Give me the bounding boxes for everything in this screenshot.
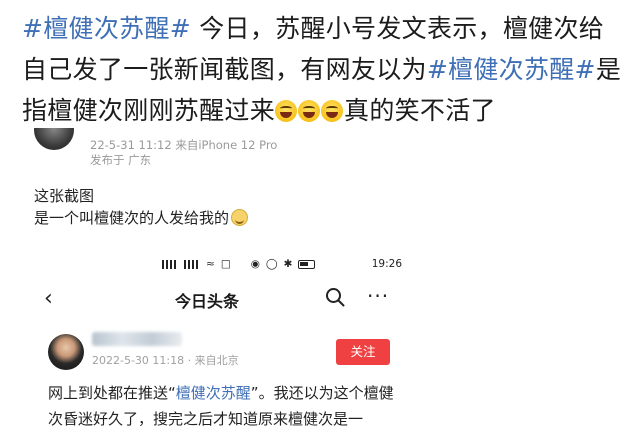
app-navbar: ‹ 今日头条 ··· — [22, 278, 392, 322]
search-icon[interactable] — [325, 287, 345, 307]
eye-icon: ◉ — [250, 258, 260, 270]
headline-part-3: 真的笑不活了 — [344, 96, 496, 125]
more-dots-icon[interactable]: ··· — [367, 284, 389, 308]
news-highlight-link[interactable]: 檀健次苏醒 — [176, 384, 251, 402]
author-name-blurred[interactable] — [92, 332, 182, 346]
laughing-emoji-icon — [298, 100, 321, 122]
hashtag-link[interactable]: #檀健次苏醒# — [427, 55, 596, 84]
headline-text: #檀健次苏醒# 今日，苏醒小号发文表示，檀健次给自己发了一张新闻截图，有网友以为… — [22, 8, 627, 131]
smiling-face-icon — [231, 209, 249, 226]
status-time: 19:26 — [371, 258, 402, 270]
hashtag-link[interactable]: #檀健次苏醒# — [22, 14, 191, 43]
status-bar: ≈ □ ◉ ◯ ✱ 19:26 — [162, 256, 402, 272]
wifi-icon: ≈ — [206, 258, 215, 270]
post-meta: 22-5-31 11:12 来自iPhone 12 Pro 发布于 广东 — [90, 138, 277, 168]
bluetooth-icon: ✱ — [283, 258, 293, 270]
laughing-emoji-icon — [321, 100, 344, 122]
battery-icon — [298, 259, 316, 269]
avatar[interactable] — [34, 128, 74, 150]
post-line: 是一个叫檀健次的人发给我的 — [34, 209, 230, 227]
post-line: 这张截图 — [34, 187, 95, 205]
embedded-screenshot: 22-5-31 11:12 来自iPhone 12 Pro 发布于 广东 这张截… — [22, 128, 622, 446]
post-location: 发布于 广东 — [90, 153, 152, 167]
news-body: 网上到处都在推送“檀健次苏醒”。我还以为这个檀健次昏迷好久了，搜完之后才知道原来… — [48, 380, 398, 432]
notification-icon: □ — [220, 258, 231, 270]
laughing-emoji-icon — [275, 100, 298, 122]
news-meta: 2022-5-30 11:18 · 来自北京 — [92, 354, 239, 367]
follow-button[interactable]: 关注 — [336, 339, 390, 365]
signal-icon — [184, 259, 200, 269]
alarm-icon: ◯ — [265, 258, 278, 270]
author-avatar[interactable] — [48, 334, 84, 370]
signal-icon — [162, 259, 178, 269]
news-text: 网上到处都在推送“ — [48, 384, 176, 402]
post-body: 这张截图 是一个叫檀健次的人发给我的 — [34, 185, 249, 229]
post-date: 22-5-31 11:12 来自iPhone 12 Pro — [90, 138, 278, 152]
